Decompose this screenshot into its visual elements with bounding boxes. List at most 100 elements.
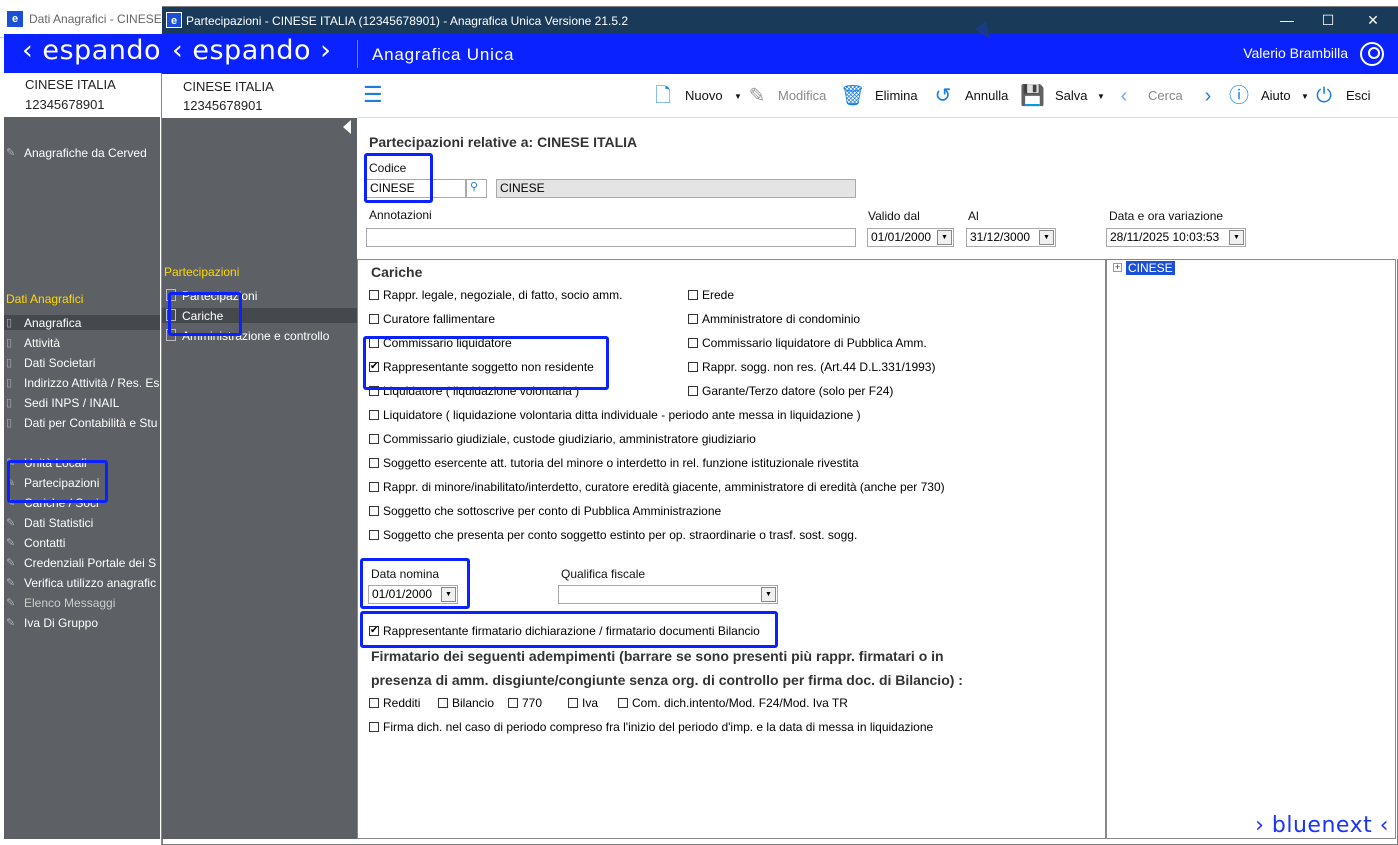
checkbox-box[interactable] (369, 434, 379, 444)
al-date-picker[interactable]: 31/12/3000 ▼ (966, 228, 1056, 247)
user-name[interactable]: Valerio Brambilla (1243, 45, 1348, 61)
carica-right-1[interactable]: Amministratore di condominio (688, 312, 860, 326)
adempimento-com-dich[interactable]: Com. dich.intento/Mod. F24/Mod. Iva TR (618, 696, 848, 710)
nav-item-5[interactable]: Credenziali Portale dei S (24, 556, 156, 570)
adempimento-bilancio[interactable]: Bilancio (438, 696, 494, 710)
highlight-codice (364, 153, 433, 203)
firma-dich-checkbox[interactable]: Firma dich. nel caso di periodo compreso… (369, 720, 933, 734)
nuovo-dropdown-icon[interactable]: ▼ (734, 92, 742, 101)
carica-right-2[interactable]: Commissario liquidatore di Pubblica Amm. (688, 336, 927, 350)
carica-left-1[interactable]: Curatore fallimentare (369, 312, 495, 326)
checkbox-box[interactable] (568, 698, 578, 708)
undo-icon[interactable]: ↺ (931, 83, 955, 109)
carica-row-4[interactable]: Soggetto che sottoscrive per conto di Pu… (369, 504, 721, 518)
checkbox-box[interactable] (688, 314, 698, 324)
nav-item-cerved[interactable]: Anagrafiche da Cerved (24, 146, 147, 160)
trash-icon[interactable]: 🗑 (840, 83, 865, 109)
checkbox-box[interactable] (369, 410, 379, 420)
nav-item-2[interactable]: Dati Societari (24, 356, 95, 370)
dropdown-arrow-icon[interactable]: ▼ (1039, 230, 1054, 245)
checkbox-box[interactable] (369, 314, 379, 324)
valido-dal-date-picker[interactable]: 01/01/2000 ▼ (867, 228, 954, 247)
adempimento-770[interactable]: 770 (508, 696, 542, 710)
nav-item-6[interactable]: Verifica utilizzo anagrafic (24, 576, 156, 590)
document-icon: ▯ (6, 317, 13, 329)
carica-row-5[interactable]: Soggetto che presenta per conto soggetto… (369, 528, 857, 542)
checkbox-box[interactable] (688, 362, 698, 372)
close-button[interactable]: ✕ (1364, 11, 1382, 29)
background-window-titlebar[interactable]: e Dati Anagrafici - CINESE (0, 0, 162, 38)
minimize-button[interactable]: — (1278, 11, 1296, 29)
aiuto-dropdown-icon[interactable]: ▼ (1301, 92, 1309, 101)
aiuto-button[interactable]: Aiuto (1261, 88, 1291, 103)
main-window-titlebar[interactable]: e Partecipazioni - CINESE ITALIA (123456… (162, 7, 1398, 34)
checkbox-box[interactable] (369, 290, 379, 300)
chevron-right-icon[interactable]: › (1196, 83, 1220, 109)
document-icon: ▯ (6, 397, 13, 409)
salva-button[interactable]: Salva (1055, 88, 1088, 103)
esci-button[interactable]: Esci (1346, 88, 1371, 103)
nav-item-3[interactable]: Indirizzo Attività / Res. Es (24, 376, 159, 390)
checkbox-box[interactable] (508, 698, 518, 708)
modifica-button[interactable]: Modifica (778, 88, 826, 103)
checkbox-label: Rappr. sogg. non res. (Art.44 D.L.331/19… (702, 360, 936, 374)
pencil-icon: ✎ (6, 147, 16, 159)
expand-icon[interactable]: + (1113, 263, 1122, 272)
checkbox-box[interactable] (688, 290, 698, 300)
checkbox-box[interactable] (369, 722, 379, 732)
power-icon[interactable]: ⏻ (1312, 83, 1336, 109)
carica-right-0[interactable]: Erede (688, 288, 734, 302)
adempimento-label: Bilancio (452, 696, 495, 710)
nav-item-4[interactable]: Contatti (24, 536, 65, 550)
menu-icon[interactable]: ☰ (363, 84, 387, 106)
nuovo-button[interactable]: Nuovo (685, 88, 723, 103)
highlight-firmatario (360, 611, 778, 648)
checkbox-box[interactable] (369, 698, 379, 708)
checkbox-box[interactable] (618, 698, 628, 708)
nav-item-5[interactable]: Dati per Contabilità e Stu (24, 416, 157, 430)
nav-item-1[interactable]: Attività (24, 336, 60, 350)
annotazioni-input[interactable] (366, 228, 856, 247)
checkbox-box[interactable] (369, 506, 379, 516)
save-icon[interactable]: 💾 (1020, 83, 1045, 109)
user-icon[interactable] (1360, 42, 1384, 66)
qualifica-fiscale-select[interactable]: ▼ (558, 585, 778, 604)
maximize-button[interactable]: ☐ (1319, 11, 1337, 29)
nav-item-7[interactable]: Elenco Messaggi (24, 596, 115, 610)
checkbox-box[interactable] (369, 530, 379, 540)
carica-right-3[interactable]: Rappr. sogg. non res. (Art.44 D.L.331/19… (688, 360, 935, 374)
dropdown-arrow-icon[interactable]: ▼ (937, 230, 952, 245)
checkbox-box[interactable] (438, 698, 448, 708)
search-icon[interactable]: ⚲ (466, 179, 487, 198)
carica-row-2[interactable]: Soggetto esercente att. tutoria del mino… (369, 456, 859, 470)
adempimento-iva[interactable]: Iva (568, 696, 598, 710)
help-icon[interactable]: ⓘ (1227, 83, 1251, 109)
checkbox-box[interactable] (369, 458, 379, 468)
checkbox-box[interactable] (688, 338, 698, 348)
carica-left-0[interactable]: Rappr. legale, negoziale, di fatto, soci… (369, 288, 622, 302)
carica-row-3[interactable]: Rappr. di minore/inabilitato/interdetto,… (369, 480, 945, 494)
new-document-icon[interactable]: 🗋 (651, 83, 675, 109)
edit-icon: ✎ (748, 85, 766, 107)
dropdown-arrow-icon[interactable]: ▼ (761, 587, 776, 602)
chevron-left-icon[interactable]: ‹ (1112, 83, 1136, 109)
salva-dropdown-icon[interactable]: ▼ (1097, 92, 1105, 101)
header-form: Partecipazioni relative a: CINESE ITALIA… (357, 118, 1398, 259)
nav-item-0[interactable]: Anagrafica (24, 316, 81, 330)
elimina-button[interactable]: Elimina (875, 88, 918, 103)
dropdown-arrow-icon[interactable]: ▼ (1229, 230, 1244, 245)
carica-row-1[interactable]: Commissario giudiziale, custode giudizia… (369, 432, 756, 446)
company-name: CINESE ITALIA (25, 77, 116, 92)
collapse-arrow-icon[interactable] (343, 120, 351, 134)
annulla-button[interactable]: Annulla (965, 88, 1008, 103)
tree-node-cinese[interactable]: CINESE (1126, 261, 1175, 275)
data-variazione-picker[interactable]: 28/11/2025 10:03:53 ▼ (1106, 228, 1246, 247)
checkbox-box[interactable] (369, 482, 379, 492)
checkbox-box[interactable] (688, 386, 698, 396)
nav-item-4[interactable]: Sedi INPS / INAIL (24, 396, 119, 410)
nav-item-8[interactable]: Iva Di Gruppo (24, 616, 98, 630)
adempimento-redditi[interactable]: Redditi (369, 696, 420, 710)
carica-right-4[interactable]: Garante/Terzo datore (solo per F24) (688, 384, 893, 398)
nav-item-3[interactable]: Dati Statistici (24, 516, 93, 530)
carica-row-0[interactable]: Liquidatore ( liquidazione volontaria di… (369, 408, 861, 422)
